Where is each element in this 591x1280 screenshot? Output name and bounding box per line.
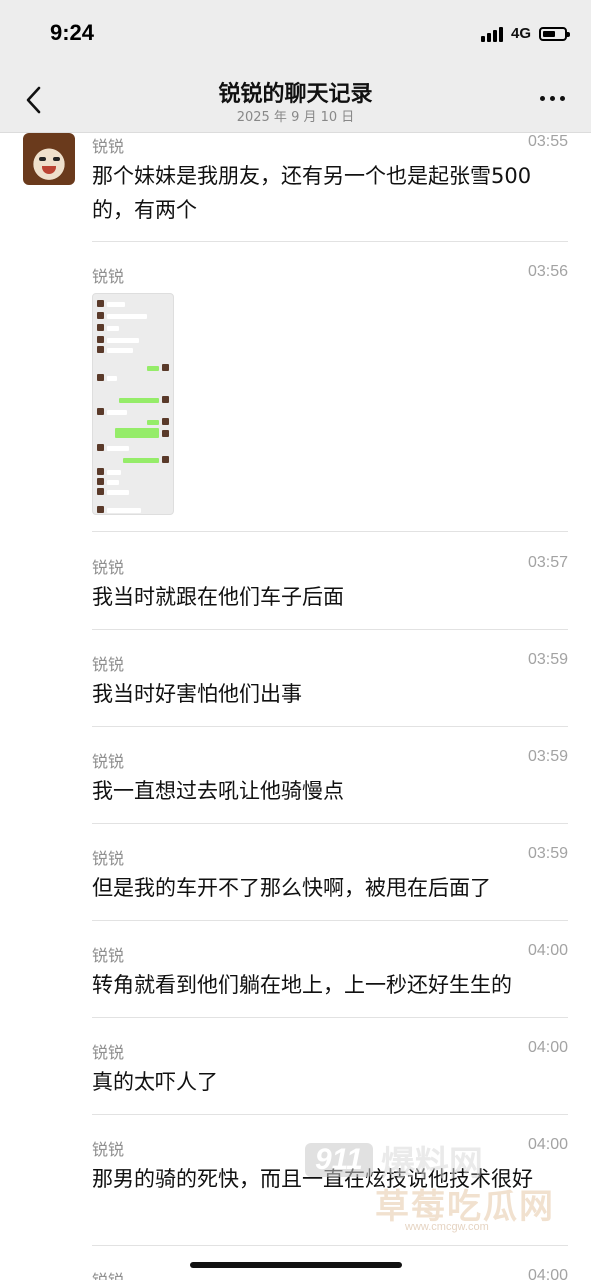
list-item[interactable]: 锐锐 03:59 我一直想过去吼让他骑慢点 xyxy=(92,748,568,818)
divider xyxy=(92,1114,568,1115)
sender-name: 锐锐 xyxy=(92,849,125,868)
message-text: 我当时就跟在他们车子后面 xyxy=(92,585,344,609)
list-item[interactable]: 锐锐 03:57 我当时就跟在他们车子后面 xyxy=(92,554,568,624)
status-indicators: 4G xyxy=(480,25,570,42)
list-item[interactable]: 锐锐 04:00 xyxy=(92,1267,568,1280)
message-text: 真的太吓人了 xyxy=(92,1070,218,1094)
message-time: 03:59 xyxy=(527,651,568,668)
sender-name: 锐锐 xyxy=(92,946,125,965)
message-time: 03:59 xyxy=(527,748,568,765)
sender-name: 锐锐 xyxy=(92,558,125,577)
divider xyxy=(92,920,568,921)
divider xyxy=(92,1245,568,1246)
list-item[interactable]: 锐锐 03:56 xyxy=(92,263,568,523)
home-indicator[interactable] xyxy=(190,1262,402,1268)
message-time: 04:00 xyxy=(527,1039,568,1056)
divider xyxy=(92,241,568,242)
message-time: 03:55 xyxy=(527,133,568,150)
message-time: 03:57 xyxy=(527,554,568,571)
divider xyxy=(92,531,568,532)
message-text: 我一直想过去吼让他骑慢点 xyxy=(92,779,344,803)
divider xyxy=(92,823,568,824)
sender-name: 锐锐 xyxy=(92,1267,124,1280)
more-options-icon[interactable] xyxy=(540,96,565,101)
message-text: 但是我的车开不了那么快啊，被甩在后面了 xyxy=(92,876,491,900)
message-text: 转角就看到他们躺在地上，上一秒还好生生的 xyxy=(92,973,512,997)
message-time: 04:00 xyxy=(527,942,568,959)
message-text: 那男的骑的死快，而且一直在炫技说他技术很好 xyxy=(92,1167,533,1191)
sender-name: 锐锐 xyxy=(92,267,125,286)
list-item[interactable]: 锐锐 03:55 那个妹妹是我朋友，还有另一个也是起张雪500的，有两个 xyxy=(92,133,568,233)
sender-name: 锐锐 xyxy=(92,137,125,156)
battery-icon xyxy=(539,26,570,41)
list-item[interactable]: 锐锐 04:00 那男的骑的死快，而且一直在炫技说他技术很好 xyxy=(92,1136,568,1236)
divider xyxy=(92,1017,568,1018)
list-item[interactable]: 锐锐 03:59 我当时好害怕他们出事 xyxy=(92,651,568,721)
sender-name: 锐锐 xyxy=(92,1043,125,1062)
divider xyxy=(92,629,568,630)
sender-name: 锐锐 xyxy=(92,655,125,674)
page-title: 锐锐的聊天记录 xyxy=(218,82,373,107)
sender-name: 锐锐 xyxy=(92,752,125,771)
message-time: 04:00 xyxy=(527,1267,568,1280)
signal-icon xyxy=(480,26,503,42)
network-label: 4G xyxy=(510,25,531,42)
message-time: 04:00 xyxy=(527,1136,568,1153)
status-bar: 9:24 4G xyxy=(0,0,591,70)
message-text: 那个妹妹是我朋友，还有另一个也是起张雪500的，有两个 xyxy=(92,164,532,222)
divider xyxy=(92,726,568,727)
nav-bar: 锐锐的聊天记录 2025 年 9 月 10 日 xyxy=(0,70,591,133)
page-subtitle: 2025 年 9 月 10 日 xyxy=(236,110,355,125)
message-text: 我当时好害怕他们出事 xyxy=(92,682,302,706)
list-item[interactable]: 锐锐 03:59 但是我的车开不了那么快啊，被甩在后面了 xyxy=(92,845,568,915)
chat-screenshot-image[interactable] xyxy=(92,293,174,515)
sender-name: 锐锐 xyxy=(92,1140,125,1159)
list-item[interactable]: 锐锐 04:00 真的太吓人了 xyxy=(92,1039,568,1109)
message-time: 03:59 xyxy=(527,845,568,862)
avatar[interactable] xyxy=(23,133,75,185)
status-time: 9:24 xyxy=(50,20,95,45)
message-list[interactable]: 锐锐 03:55 那个妹妹是我朋友，还有另一个也是起张雪500的，有两个 锐锐 … xyxy=(0,133,591,1280)
list-item[interactable]: 锐锐 04:00 转角就看到他们躺在地上，上一秒还好生生的 xyxy=(92,942,568,1012)
message-time: 03:56 xyxy=(527,263,568,280)
